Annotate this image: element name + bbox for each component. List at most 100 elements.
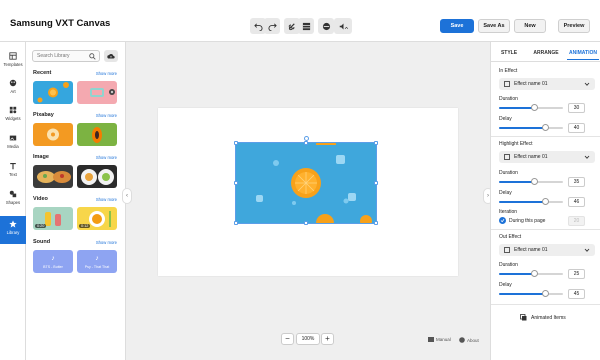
chevron-down-icon [584, 155, 590, 159]
collapse-left-panel-button[interactable]: ‹ [122, 188, 132, 204]
image-thumb-2[interactable] [77, 165, 117, 188]
resize-handle[interactable] [374, 141, 378, 145]
resize-handle[interactable] [234, 181, 238, 185]
recent-thumb-1[interactable] [33, 81, 73, 104]
zoom-level[interactable]: 100% [296, 333, 320, 345]
show-more-pixabay[interactable]: Show more [96, 113, 117, 118]
in-duration-slider[interactable] [499, 104, 563, 111]
new-button[interactable]: New [514, 19, 546, 33]
text-icon [10, 163, 16, 170]
slider-knob[interactable] [541, 198, 549, 205]
tab-animation[interactable]: ANIMATION [567, 46, 599, 60]
nav-label: Art [10, 89, 16, 94]
search-icon[interactable] [89, 53, 96, 60]
volume-button[interactable] [334, 18, 352, 34]
resize-handle[interactable] [304, 221, 308, 225]
in-effect-select[interactable]: Effect name 01 [499, 78, 595, 90]
search-input[interactable] [33, 51, 88, 61]
highlight-effect-value: Effect name 01 [514, 154, 548, 160]
check-icon [500, 219, 505, 223]
out-duration-input[interactable]: 25 [568, 269, 585, 279]
grid-button[interactable] [298, 18, 314, 34]
nav-label: Text [9, 172, 17, 177]
tab-style[interactable]: STYLE [497, 46, 521, 60]
section-divider [491, 229, 600, 230]
section-title-video: Video [33, 196, 48, 202]
chevron-down-icon [584, 248, 590, 252]
out-effect-label: Out Effect [499, 234, 522, 240]
in-delay-label: Delay [499, 116, 512, 122]
nav-label: Templates [3, 62, 23, 67]
slider-knob[interactable] [541, 124, 549, 131]
resize-handle[interactable] [374, 221, 378, 225]
pixabay-thumb-2[interactable] [77, 123, 117, 146]
image-thumb-1[interactable] [33, 165, 73, 188]
nav-item-templates[interactable]: Templates [0, 48, 26, 72]
manual-link[interactable]: Manual [428, 337, 451, 342]
slider-knob[interactable] [530, 178, 538, 185]
chevron-down-icon [584, 82, 590, 86]
animated-items-button[interactable]: Animated Items [520, 314, 566, 321]
nav-item-text[interactable]: Text [0, 158, 26, 182]
layers-button[interactable] [318, 18, 334, 34]
recent-thumb-2[interactable] [77, 81, 117, 104]
save-as-button[interactable]: Save As [478, 19, 510, 33]
resize-handle[interactable] [304, 141, 308, 145]
slider-knob[interactable] [541, 290, 549, 297]
in-delay-input[interactable]: 40 [568, 123, 585, 133]
undo-icon [253, 22, 262, 31]
redo-button[interactable] [264, 18, 280, 34]
out-delay-input[interactable]: 45 [568, 289, 585, 299]
effect-icon [504, 81, 510, 87]
out-duration-slider[interactable] [499, 270, 563, 277]
highlight-effect-select[interactable]: Effect name 01 [499, 151, 595, 163]
slider-fill [499, 127, 546, 129]
in-duration-input[interactable]: 30 [568, 103, 585, 113]
highlight-delay-slider[interactable] [499, 198, 563, 205]
nav-item-art[interactable]: Art [0, 75, 26, 99]
zoom-out-button[interactable]: − [281, 333, 294, 345]
sound-card-2[interactable]: ♪ Psy - That That [77, 250, 117, 273]
highlight-duration-slider[interactable] [499, 178, 563, 185]
show-more-video[interactable]: Show more [96, 197, 117, 202]
highlight-delay-label: Delay [499, 190, 512, 196]
library-panel: Recent Show more Pixabay Show more Image… [26, 42, 126, 360]
tab-arrange[interactable]: ARRANGE [531, 46, 561, 60]
video-thumb-2[interactable]: 0:12 [77, 207, 117, 230]
in-delay-slider[interactable] [499, 124, 563, 131]
nav-item-widgets[interactable]: Widgets [0, 102, 26, 126]
sound-card-1[interactable]: ♪ BTS - Butter [33, 250, 73, 273]
nav-item-shapes[interactable]: Shapes [0, 186, 26, 210]
resize-handle[interactable] [234, 141, 238, 145]
show-more-sound[interactable]: Show more [96, 240, 117, 245]
layers-stack-icon [520, 314, 527, 321]
out-effect-select[interactable]: Effect name 01 [499, 244, 595, 256]
canvas-selected-image[interactable] [235, 142, 377, 224]
top-bar: Samsung VXT Canvas Save Save As New Prev… [0, 0, 600, 42]
out-delay-slider[interactable] [499, 290, 563, 297]
slider-knob[interactable] [530, 270, 538, 277]
highlight-duration-input[interactable]: 35 [568, 177, 585, 187]
tabs-divider [491, 61, 600, 62]
resize-handle[interactable] [374, 181, 378, 185]
highlight-duration-label: Duration [499, 170, 518, 176]
video-thumb-1[interactable]: 0:20 [33, 207, 73, 230]
nav-item-library[interactable]: Library [0, 216, 26, 244]
show-more-image[interactable]: Show more [96, 155, 117, 160]
resize-handle[interactable] [234, 221, 238, 225]
slider-knob[interactable] [530, 104, 538, 111]
nav-item-media[interactable]: Media [0, 130, 26, 154]
upload-button[interactable] [104, 50, 118, 62]
pixabay-thumb-1[interactable] [33, 123, 73, 146]
during-page-checkbox[interactable] [499, 217, 506, 224]
zoom-in-button[interactable]: + [321, 333, 334, 345]
save-button[interactable]: Save [440, 19, 474, 33]
show-more-recent[interactable]: Show more [96, 71, 117, 76]
iteration-count-input[interactable]: 20 [568, 216, 585, 226]
highlight-delay-input[interactable]: 46 [568, 197, 585, 207]
preview-button[interactable]: Preview [558, 19, 590, 33]
out-effect-value: Effect name 01 [514, 247, 548, 253]
slider-fill [499, 201, 546, 203]
about-link[interactable]: About [459, 337, 479, 343]
section-title-image: Image [33, 154, 49, 160]
